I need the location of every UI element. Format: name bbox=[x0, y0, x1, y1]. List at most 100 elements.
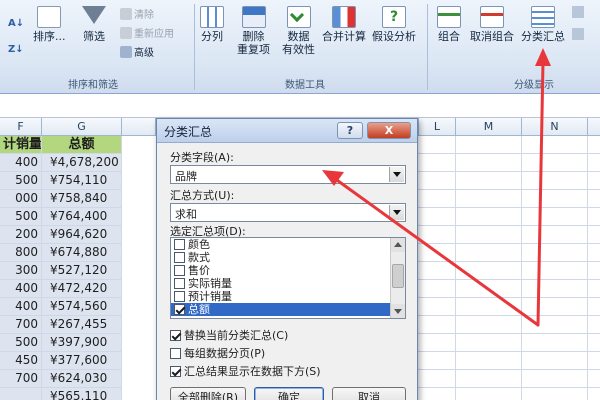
chevron-down-icon[interactable] bbox=[389, 167, 404, 182]
filter-button[interactable]: 筛选 bbox=[82, 6, 106, 43]
remove-duplicates-button[interactable]: 删除 重复项 bbox=[237, 6, 270, 56]
table-cell[interactable]: 300 bbox=[0, 262, 42, 280]
sort-ascending-button[interactable]: A↓ bbox=[8, 18, 24, 29]
subtotal-dialog: 分类汇总 ? X 分类字段(A): 品牌 汇总方式(U): 求和 选定汇总项(D… bbox=[156, 118, 418, 400]
table-cell[interactable]: ¥764,400 bbox=[42, 208, 122, 226]
table-cell[interactable]: ¥964,620 bbox=[42, 226, 122, 244]
col-header-m[interactable]: M bbox=[456, 118, 522, 136]
col-header-g[interactable]: G bbox=[42, 118, 122, 136]
checkbox[interactable] bbox=[174, 252, 185, 263]
hide-detail-icon bbox=[572, 28, 584, 40]
dialog-title-bar[interactable]: 分类汇总 ? X bbox=[157, 119, 417, 143]
summary-method-value: 求和 bbox=[175, 208, 197, 221]
replace-current-option[interactable]: 替换当前分类汇总(C) bbox=[170, 327, 288, 343]
table-cell[interactable]: 500 bbox=[0, 208, 42, 226]
table-cell[interactable]: ¥624,030 bbox=[42, 370, 122, 388]
scroll-down-icon[interactable] bbox=[391, 304, 405, 318]
checkbox[interactable] bbox=[174, 278, 185, 289]
table-cell[interactable]: ¥574,560 bbox=[42, 298, 122, 316]
category-field-select[interactable]: 品牌 bbox=[170, 165, 406, 184]
table-cell[interactable]: ¥758,840 bbox=[42, 190, 122, 208]
group-separator bbox=[194, 4, 195, 90]
table-cell[interactable]: 500 bbox=[0, 334, 42, 352]
col-header-f[interactable]: F bbox=[0, 118, 42, 136]
formula-bar-area bbox=[0, 94, 600, 118]
col-header-n[interactable]: N bbox=[522, 118, 588, 136]
table-cell[interactable]: ¥527,120 bbox=[42, 262, 122, 280]
checkbox-checked[interactable] bbox=[170, 365, 181, 377]
summary-below-option[interactable]: 汇总结果显示在数据下方(S) bbox=[170, 363, 321, 379]
col-header-h[interactable] bbox=[122, 118, 156, 136]
hide-detail-button[interactable] bbox=[572, 28, 586, 40]
header-cell-total[interactable]: 总额 bbox=[42, 136, 122, 154]
list-item[interactable]: 售价 bbox=[171, 264, 391, 277]
remove-duplicates-icon bbox=[241, 6, 266, 28]
text-to-columns-icon bbox=[200, 6, 224, 28]
sort-descending-button[interactable]: Z↓ bbox=[8, 44, 24, 55]
ungroup-button[interactable]: 取消组合 bbox=[470, 6, 514, 43]
group-button[interactable]: 组合 bbox=[437, 6, 461, 43]
data-validation-button[interactable]: 数据 有效性 bbox=[282, 6, 315, 56]
scroll-thumb[interactable] bbox=[392, 264, 404, 288]
table-cell[interactable]: ¥397,900 bbox=[42, 334, 122, 352]
ok-button[interactable]: 确定 bbox=[254, 387, 324, 400]
table-cell[interactable]: 200 bbox=[0, 226, 42, 244]
table-cell[interactable]: 700 bbox=[0, 370, 42, 388]
list-scrollbar[interactable] bbox=[390, 238, 405, 318]
table-cell[interactable]: 800 bbox=[0, 244, 42, 262]
sort-button[interactable]: 排序... bbox=[33, 6, 66, 43]
list-item[interactable]: 颜色 bbox=[171, 238, 391, 251]
table-cell[interactable]: ¥267,455 bbox=[42, 316, 122, 334]
list-item[interactable]: 预计销量 bbox=[171, 290, 391, 303]
scroll-up-icon[interactable] bbox=[391, 238, 405, 252]
subtotal-button[interactable]: 分类汇总 bbox=[521, 6, 565, 43]
advanced-filter-button[interactable]: 高级 bbox=[120, 44, 154, 59]
table-cell[interactable]: 400 bbox=[0, 280, 42, 298]
table-cell[interactable]: 400 bbox=[0, 298, 42, 316]
help-button[interactable]: ? bbox=[337, 122, 363, 139]
table-cell[interactable]: 700 bbox=[0, 316, 42, 334]
list-item[interactable]: 实际销量 bbox=[171, 277, 391, 290]
chevron-down-icon[interactable] bbox=[389, 205, 404, 220]
reapply-icon bbox=[120, 26, 132, 39]
page-break-option[interactable]: 每组数据分页(P) bbox=[170, 345, 265, 361]
list-item-selected[interactable]: 总额 bbox=[171, 303, 391, 316]
table-cell[interactable]: ¥754,110 bbox=[42, 172, 122, 190]
summary-method-select[interactable]: 求和 bbox=[170, 203, 406, 222]
table-cell[interactable]: ¥4,678,200 bbox=[42, 154, 122, 172]
col-header-l[interactable]: L bbox=[418, 118, 456, 136]
text-to-columns-button[interactable]: 分列 bbox=[200, 6, 224, 43]
method-label: 汇总方式(U): bbox=[170, 189, 235, 202]
checkbox-checked[interactable] bbox=[174, 304, 185, 315]
reapply-filter-button[interactable]: 重新应用 bbox=[120, 25, 174, 40]
table-cell[interactable]: ¥565,110 bbox=[42, 388, 122, 400]
checkbox[interactable] bbox=[170, 347, 181, 359]
header-cell-sales[interactable]: 计销量 bbox=[0, 136, 42, 154]
table-cell[interactable] bbox=[0, 388, 42, 400]
clear-icon bbox=[120, 7, 132, 20]
empty-cells[interactable] bbox=[418, 136, 600, 400]
consolidate-icon bbox=[332, 6, 356, 28]
consolidate-button[interactable]: 合并计算 bbox=[322, 6, 366, 43]
cancel-button[interactable]: 取消 bbox=[332, 387, 406, 400]
checkbox[interactable] bbox=[174, 239, 185, 250]
what-if-analysis-button[interactable]: ? 假设分析 bbox=[372, 6, 416, 43]
table-cell[interactable]: 450 bbox=[0, 352, 42, 370]
checkbox-checked[interactable] bbox=[170, 329, 181, 341]
checkbox[interactable] bbox=[174, 265, 185, 276]
show-detail-button[interactable] bbox=[572, 6, 586, 18]
checkbox[interactable] bbox=[174, 291, 185, 302]
table-cell[interactable]: 000 bbox=[0, 190, 42, 208]
list-item[interactable]: 款式 bbox=[171, 251, 391, 264]
close-button[interactable]: X bbox=[367, 122, 411, 139]
table-cell[interactable]: ¥377,600 bbox=[42, 352, 122, 370]
sort-dialog-icon bbox=[37, 6, 62, 28]
clear-filter-button[interactable]: 清除 bbox=[120, 6, 154, 21]
remove-all-button[interactable]: 全部删除(R) bbox=[170, 387, 246, 400]
table-cell[interactable]: 400 bbox=[0, 154, 42, 172]
table-cell[interactable]: ¥472,420 bbox=[42, 280, 122, 298]
table-cell[interactable]: ¥674,880 bbox=[42, 244, 122, 262]
table-cell[interactable]: 500 bbox=[0, 172, 42, 190]
summary-items-list[interactable]: 颜色 款式 售价 实际销量 预计销量 总额 bbox=[170, 237, 406, 319]
what-if-icon: ? bbox=[382, 6, 406, 28]
